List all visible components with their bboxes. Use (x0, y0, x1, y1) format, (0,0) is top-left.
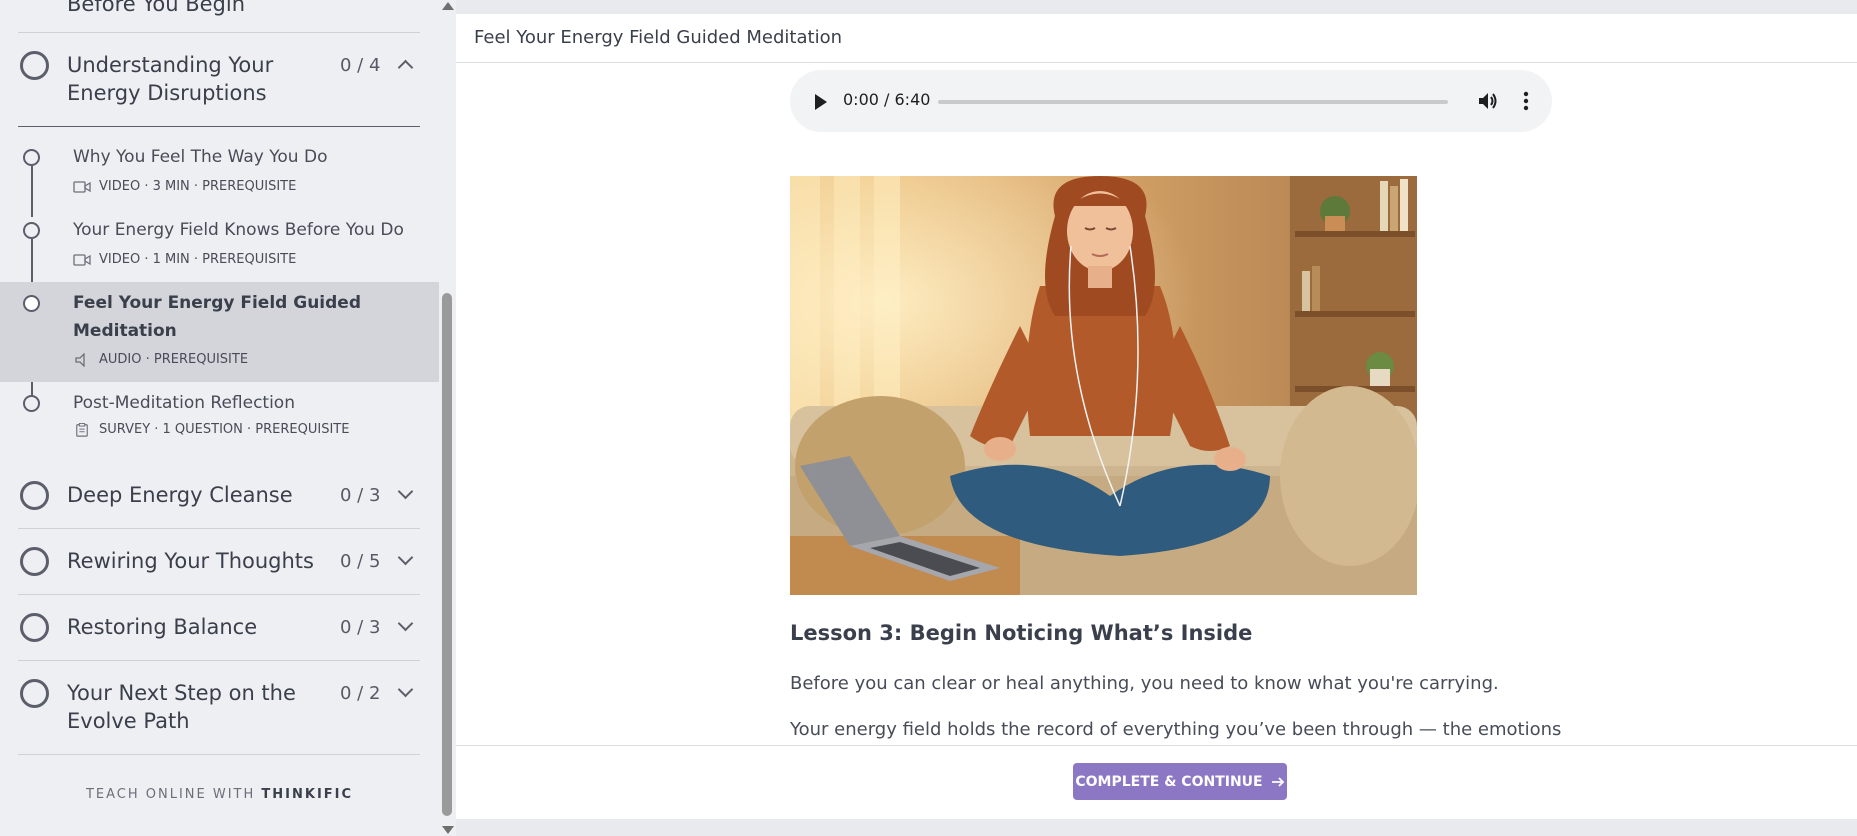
scroll-down-arrow-icon[interactable] (442, 826, 454, 834)
chapter-before-you-begin[interactable]: Before You Begin (18, 0, 420, 33)
chapter-count: 0 / 5 (340, 551, 381, 572)
lesson-status-icon (23, 149, 40, 166)
lesson-title: Feel Your Energy Field Guided Meditation (73, 293, 361, 341)
chapter-title: Before You Begin (67, 0, 246, 16)
lesson-page-title: Feel Your Energy Field Guided Meditation (474, 27, 842, 48)
lesson-paragraph: Before you can clear or heal anything, y… (790, 673, 1499, 694)
speaker-icon (75, 352, 85, 367)
chapter-progress-icon (20, 679, 49, 708)
lesson-item[interactable]: Your Energy Field Knows Before You Do VI… (0, 215, 439, 282)
lesson-meta: VIDEO · 3 MIN · PREREQUISITE (73, 179, 296, 194)
play-icon[interactable] (815, 94, 827, 110)
chapter-title: Restoring Balance (67, 615, 258, 639)
chevron-up-icon[interactable] (397, 59, 414, 76)
chevron-down-icon[interactable] (397, 549, 414, 566)
video-icon (73, 180, 91, 193)
lesson-footer: COMPLETE & CONTINUE (456, 745, 1857, 819)
chevron-down-icon[interactable] (397, 615, 414, 632)
lesson-title: Why You Feel The Way You Do (73, 147, 328, 167)
chapter-count: 0 / 3 (340, 617, 381, 638)
chapter-rewiring-your-thoughts[interactable]: Rewiring Your Thoughts 0 / 5 (18, 529, 420, 595)
chapter-understanding-energy-disruptions[interactable]: Understanding Your Energy Disruptions 0 … (18, 33, 420, 127)
chapter-count: 0 / 4 (340, 55, 381, 76)
lesson-content: Feel Your Energy Field Guided Meditation… (456, 14, 1857, 819)
video-icon (73, 253, 91, 266)
meditation-image (790, 176, 1417, 595)
scroll-up-arrow-icon[interactable] (442, 2, 454, 10)
volume-icon[interactable] (1477, 91, 1499, 111)
lesson-title: Your Energy Field Knows Before You Do (73, 220, 404, 240)
chapter-progress-icon (20, 51, 49, 80)
chapter-title: Understanding Your Energy Disruptions (67, 53, 274, 105)
lesson-header: Feel Your Energy Field Guided Meditation (456, 14, 1857, 63)
chevron-down-icon[interactable] (397, 483, 414, 500)
chapter-count: 0 / 3 (340, 485, 381, 506)
thinkific-footer-link[interactable]: TEACH ONLINE WITH THINKIFIC (0, 787, 439, 802)
audio-time: 0:00 / 6:40 (843, 90, 931, 109)
course-sidebar: Before You Begin Understanding Your Ener… (0, 0, 439, 836)
lesson-meta: VIDEO · 1 MIN · PREREQUISITE (73, 252, 296, 267)
lesson-status-icon (23, 295, 40, 312)
chapter-restoring-balance[interactable]: Restoring Balance 0 / 3 (18, 595, 420, 661)
lesson-meta: AUDIO · PREREQUISITE (73, 352, 248, 367)
chapter-title: Deep Energy Cleanse (67, 483, 293, 507)
chapter-progress-icon (20, 613, 49, 642)
lesson-item[interactable]: Why You Feel The Way You Do VIDEO · 3 MI… (0, 142, 439, 215)
audio-progress-bar[interactable] (938, 100, 1448, 104)
complete-and-continue-button[interactable]: COMPLETE & CONTINUE (1073, 763, 1287, 800)
arrow-right-icon (1271, 776, 1284, 787)
lesson-status-icon (23, 222, 40, 239)
chapter-next-step-evolve-path[interactable]: Your Next Step on the Evolve Path 0 / 2 (18, 661, 420, 755)
lesson-meta: SURVEY · 1 QUESTION · PREREQUISITE (73, 422, 349, 437)
chapter-progress-icon (20, 481, 49, 510)
chapter-title: Your Next Step on the Evolve Path (67, 681, 296, 733)
clipboard-icon (76, 422, 88, 437)
sidebar-scrollbar[interactable] (439, 0, 456, 836)
lesson-title: Post-Meditation Reflection (73, 393, 295, 413)
lesson-paragraph: Your energy field holds the record of ev… (790, 719, 1562, 740)
lesson-status-icon (23, 395, 40, 412)
audio-player[interactable]: 0:00 / 6:40 (790, 70, 1552, 132)
chapter-deep-energy-cleanse[interactable]: Deep Energy Cleanse 0 / 3 (18, 463, 420, 529)
lesson-heading: Lesson 3: Begin Noticing What’s Inside (790, 621, 1253, 645)
chapter-progress-icon (20, 547, 49, 576)
lesson-item[interactable]: Post-Meditation Reflection SURVEY · 1 QU… (0, 390, 439, 450)
chapter-count: 0 / 2 (340, 683, 381, 704)
lesson-item-active[interactable]: Feel Your Energy Field Guided Meditation… (0, 282, 439, 382)
chevron-down-icon[interactable] (397, 681, 414, 698)
more-options-icon[interactable] (1523, 91, 1529, 111)
scroll-thumb[interactable] (442, 293, 452, 816)
chapter-title: Rewiring Your Thoughts (67, 549, 314, 573)
